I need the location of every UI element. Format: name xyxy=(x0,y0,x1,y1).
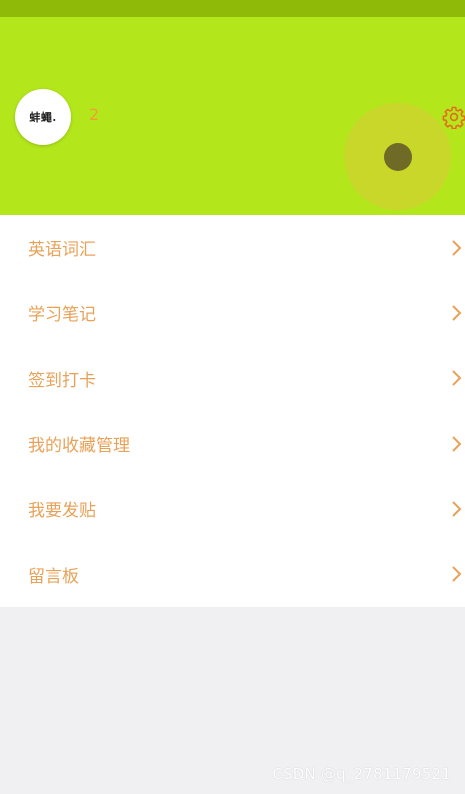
chevron-right-icon xyxy=(452,370,462,386)
chevron-right-icon xyxy=(452,239,462,256)
menu-item-label: 我要发贴 xyxy=(28,501,96,522)
menu-item-label: 签到打卡 xyxy=(28,370,96,391)
chevron-right-icon xyxy=(452,435,462,452)
gear-icon xyxy=(442,106,465,130)
chevron-right-icon xyxy=(452,305,462,321)
menu-item-label: 我的收藏管理 xyxy=(28,436,130,457)
menu-item-label: 留言板 xyxy=(28,566,79,587)
menu-item-message-board[interactable]: 留言板 xyxy=(0,541,465,606)
touch-point xyxy=(384,143,412,171)
watermark: CSDN @q_2781179521 xyxy=(272,765,451,783)
menu-item-study-notes[interactable]: 学习笔记 xyxy=(0,280,465,345)
menu-item-label: 学习笔记 xyxy=(28,305,96,326)
menu-item-check-in[interactable]: 签到打卡 xyxy=(0,346,465,411)
menu-list: 英语词汇 学习笔记 签到打卡 我的收藏管理 我要发贴 留言板 xyxy=(0,215,465,607)
profile-header: 蚌蠅. 2 xyxy=(0,17,465,215)
menu-item-new-post[interactable]: 我要发贴 xyxy=(0,476,465,541)
menu-item-label: 英语词汇 xyxy=(28,240,96,261)
menu-item-english-vocabulary[interactable]: 英语词汇 xyxy=(0,215,465,280)
settings-button[interactable] xyxy=(442,105,465,130)
status-bar xyxy=(0,0,465,17)
chevron-right-icon xyxy=(452,566,462,582)
avatar-label: 蚌蠅. xyxy=(29,111,57,124)
chevron-right-icon xyxy=(452,501,462,517)
username: 2 xyxy=(89,105,100,124)
menu-item-favorites[interactable]: 我的收藏管理 xyxy=(0,411,465,476)
avatar[interactable]: 蚌蠅. xyxy=(15,89,71,145)
touch-indicator xyxy=(344,103,451,210)
